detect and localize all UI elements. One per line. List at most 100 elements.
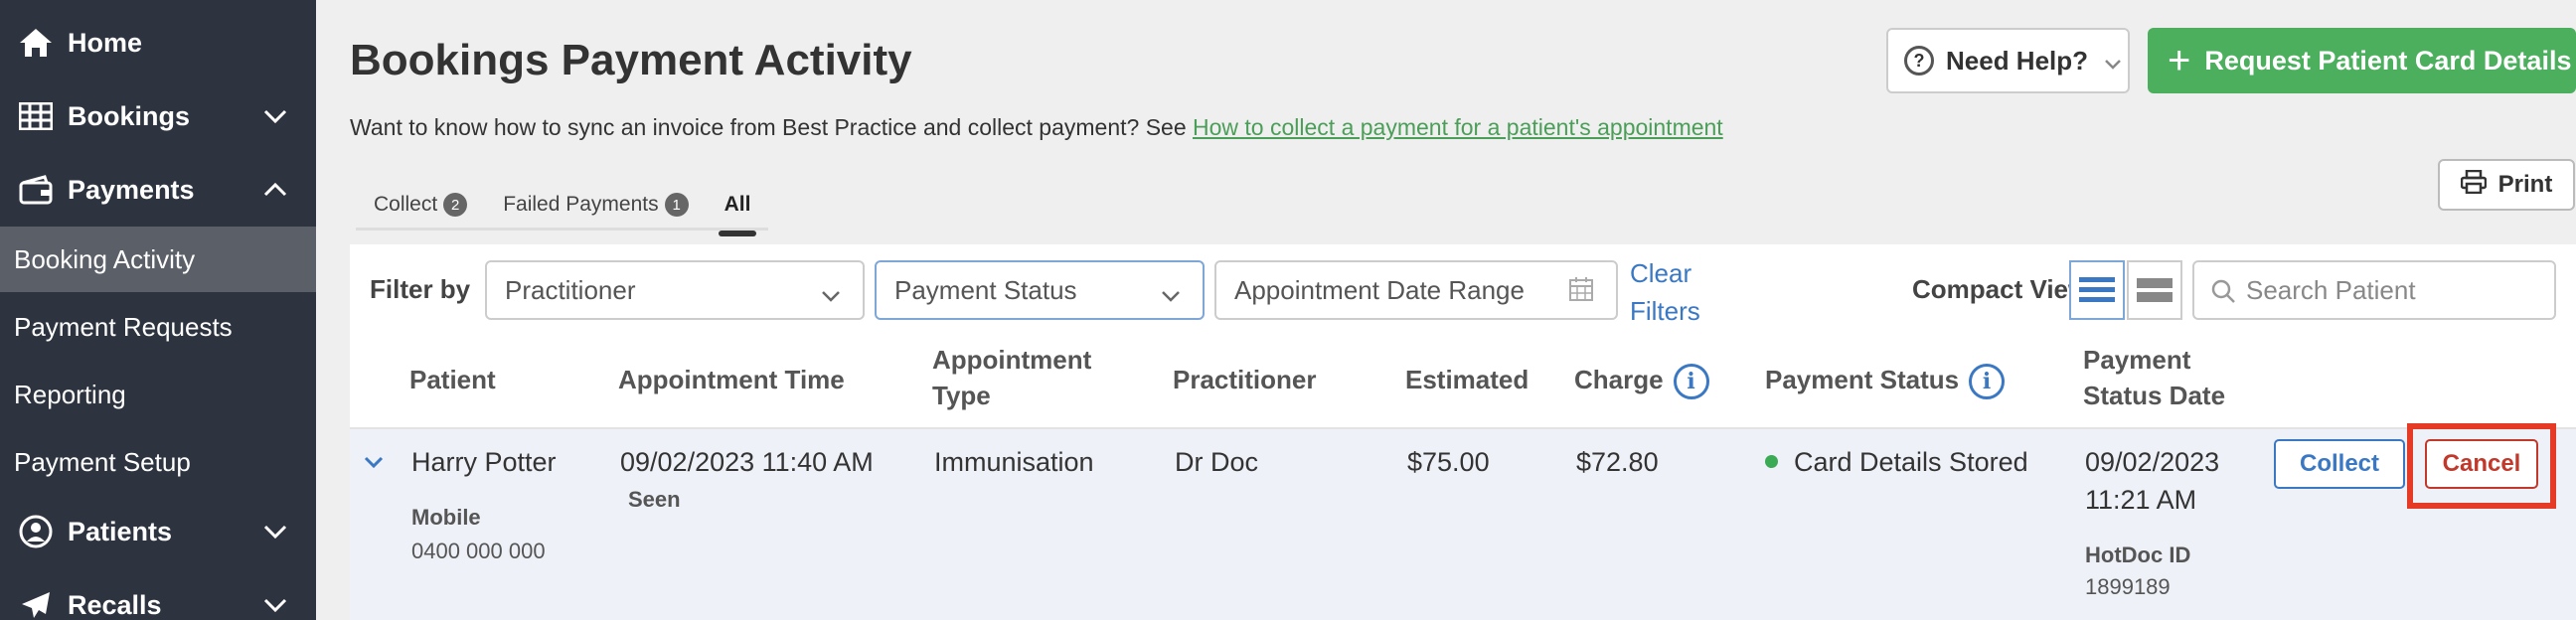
mobile-number: 0400 000 000 <box>411 539 546 563</box>
chevron-down-icon[interactable] <box>260 517 290 546</box>
printer-icon <box>2460 169 2487 201</box>
payment-status-text: Card Details Stored <box>1794 447 2028 477</box>
search-placeholder: Search Patient <box>2246 274 2416 305</box>
subnav-payment-setup[interactable]: Payment Setup <box>0 429 316 495</box>
nav-label: Bookings <box>68 100 191 131</box>
info-icon[interactable]: i <box>1673 364 1709 400</box>
clear-filters-link[interactable]: Clear Filters <box>1630 254 1700 330</box>
home-icon <box>16 23 56 63</box>
tab-failed-payments[interactable]: Failed Payments 1 <box>485 179 706 231</box>
status-date: 09/02/2023 <box>2085 447 2220 477</box>
header-payment-status[interactable]: Payment Status i <box>1765 362 2006 400</box>
hotdoc-id: 1899189 <box>2085 574 2171 599</box>
compact-view-label: Compact View <box>1912 274 2089 304</box>
payment-status-value: Payment Status <box>894 274 1077 305</box>
compact-view-icon <box>2137 278 2173 302</box>
chevron-down-icon <box>2104 46 2122 77</box>
status-dot-icon <box>1765 455 1778 469</box>
request-card-details-label: Request Patient Card Details <box>2204 45 2572 76</box>
tab-all[interactable]: All <box>707 179 769 236</box>
collect-button[interactable]: Collect <box>2274 439 2405 489</box>
need-help-button[interactable]: ? Need Help? <box>1886 28 2130 93</box>
list-view-toggle[interactable] <box>2069 260 2125 320</box>
calendar-icon[interactable] <box>1568 276 1594 309</box>
header-payment-status-date[interactable]: Payment Status Date <box>2083 342 2225 413</box>
nav-label: Recalls <box>68 589 162 620</box>
tab-label: Failed Payments <box>503 193 659 216</box>
cancel-button[interactable]: Cancel <box>2425 439 2538 489</box>
clear-filters-line1: Clear <box>1630 258 1692 288</box>
chevron-down-icon[interactable] <box>260 590 290 620</box>
list-view-icon <box>2079 277 2115 302</box>
mobile-label: Mobile <box>411 505 481 530</box>
practitioner-select[interactable]: Practitioner <box>485 260 865 320</box>
patient-name[interactable]: Harry Potter <box>411 443 557 481</box>
subnav-reporting[interactable]: Reporting <box>0 362 316 427</box>
paper-plane-icon <box>16 585 56 620</box>
count-badge: 2 <box>443 193 468 217</box>
payment-status: Card Details Stored <box>1765 443 2028 481</box>
tab-label: Collect <box>374 193 438 216</box>
header-line: Status Date <box>2083 381 2226 410</box>
practitioner: Dr Doc <box>1175 447 1259 477</box>
compact-view-toggle[interactable] <box>2127 260 2182 320</box>
chevron-down-icon <box>821 278 841 309</box>
bookings-panel: Filter by Practitioner Payment Status Ap… <box>350 244 2576 620</box>
nav-label: Patients <box>68 516 173 546</box>
search-patient-input[interactable]: Search Patient <box>2192 260 2556 320</box>
date-range-placeholder: Appointment Date Range <box>1234 274 1525 305</box>
clear-filters-line2: Filters <box>1630 296 1700 326</box>
header-practitioner[interactable]: Practitioner <box>1173 362 1317 397</box>
need-help-label: Need Help? <box>1946 45 2089 76</box>
appointment-time: 09/02/2023 11:40 AM <box>620 447 874 477</box>
header-line: Appointment <box>932 345 1092 375</box>
plus-icon: + <box>2168 39 2191 82</box>
print-button[interactable]: Print <box>2438 159 2575 211</box>
search-icon <box>2210 278 2236 311</box>
appointment-type: Immunisation <box>934 447 1094 477</box>
page-title: Bookings Payment Activity <box>350 36 912 84</box>
help-article-link[interactable]: How to collect a payment for a patient's… <box>1193 114 1723 140</box>
grid-icon <box>16 96 56 136</box>
intro-sentence: Want to know how to sync an invoice from… <box>350 114 1194 140</box>
tab-label: All <box>724 193 751 216</box>
header-appointment-time[interactable]: Appointment Time <box>618 362 845 397</box>
chevron-down-icon <box>1161 278 1181 309</box>
nav-item-payments[interactable]: Payments <box>0 155 316 225</box>
payment-status-date: 09/02/2023 11:21 AM <box>2085 443 2219 519</box>
user-icon <box>16 512 56 551</box>
chevron-down-icon[interactable] <box>364 455 384 473</box>
table-row[interactable]: Harry Potter Mobile 0400 000 000 09/02/2… <box>350 423 2576 620</box>
nav-item-home[interactable]: Home <box>0 8 316 78</box>
seen-status: Seen <box>628 487 681 512</box>
count-badge: 1 <box>664 193 689 217</box>
tab-collect[interactable]: Collect 2 <box>356 179 485 231</box>
header-text: Charge <box>1574 365 1664 394</box>
nav-item-recalls[interactable]: Recalls <box>0 570 316 620</box>
payment-status-select[interactable]: Payment Status <box>875 260 1205 320</box>
chevron-down-icon[interactable] <box>260 101 290 131</box>
chevron-up-icon[interactable] <box>260 175 290 205</box>
practitioner-value: Practitioner <box>505 274 636 305</box>
info-icon[interactable]: i <box>1969 364 2006 400</box>
nav-item-bookings[interactable]: Bookings <box>0 81 316 151</box>
nav-label: Home <box>68 27 143 58</box>
date-range-input[interactable]: Appointment Date Range <box>1214 260 1618 320</box>
subnav-payment-requests[interactable]: Payment Requests <box>0 294 316 360</box>
header-patient[interactable]: Patient <box>409 362 496 397</box>
question-icon: ? <box>1904 46 1934 76</box>
header-appointment-type[interactable]: Appointment Type <box>932 342 1091 413</box>
nav-label: Payments <box>68 174 195 205</box>
header-text: Payment Status <box>1765 365 1960 394</box>
sidebar: Home Bookings Payments Booking Activity … <box>0 0 316 620</box>
request-card-details-button[interactable]: + Request Patient Card Details <box>2148 28 2576 93</box>
intro-text: Want to know how to sync an invoice from… <box>350 114 1723 141</box>
header-charge[interactable]: Charge i <box>1574 362 1709 400</box>
wallet-icon <box>16 170 56 210</box>
filter-by-label: Filter by <box>370 274 471 304</box>
header-line: Type <box>932 381 991 410</box>
subnav-booking-activity[interactable]: Booking Activity <box>0 227 316 292</box>
nav-item-patients[interactable]: Patients <box>0 497 316 566</box>
header-estimated[interactable]: Estimated <box>1405 362 1529 397</box>
header-line: Payment <box>2083 345 2191 375</box>
